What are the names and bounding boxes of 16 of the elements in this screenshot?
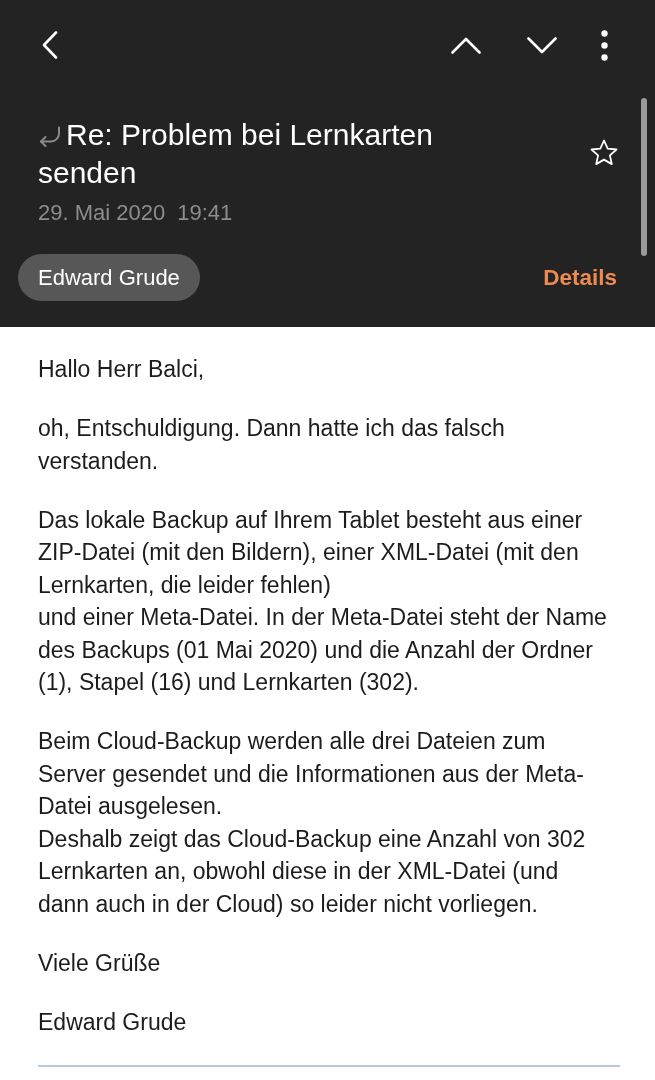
date-text: 29. Mai 2020 — [38, 200, 166, 226]
time-text: 19:41 — [177, 200, 233, 226]
message-paragraph: Das lokale Backup auf Ihrem Tablet besteht aus einer ZIP-Datei (mit den Bildern), einer XML-Datei (mit den Lernkarten, die leider fehlen) und einer Meta-Datei. In der Meta-Datei steht der Name des Backups (01 Mai 2020) und die Anzahl der Ordner (1), Stapel (16) und Lernkarten (302). — [38, 505, 608, 697]
email-subject: Re: Problem bei Lernkarten senden — [38, 118, 433, 189]
star-icon[interactable] — [590, 139, 618, 166]
back-icon — [42, 31, 58, 59]
message-paragraph: Viele Grüße — [38, 948, 162, 978]
details-link[interactable]: Details — [543, 264, 617, 291]
chevron-down-icon — [527, 36, 557, 54]
message-paragraph: Edward Grude — [38, 1007, 188, 1037]
chevron-up-icon — [451, 36, 481, 54]
message-paragraph: Beim Cloud-Backup werden alle drei Dateien zum Server gesendet und die Informationen aus der Meta-Datei ausgelesen. Deshalb zeigt das Cloud-Backup eine Anzahl von 302 Lernkarten an, obwohl diese in der XML-Datei (und dann auch in der Cloud) so leider nicht vorliegen. — [38, 727, 587, 919]
message-paragraph: oh, Entschuldigung. Dann hatte ich das falsch verstanden. — [38, 414, 506, 476]
more-vertical-icon — [600, 29, 608, 61]
message-paragraph: Hallo Herr Balci, — [38, 355, 206, 384]
sender-chip[interactable]: Edward Grude — [18, 254, 200, 301]
